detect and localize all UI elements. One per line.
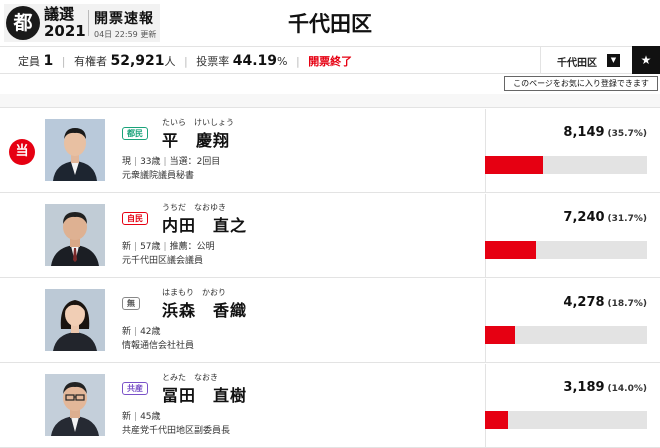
elected-badge: 当 [9,139,35,165]
party-badge: 自民 [122,212,148,225]
district-select[interactable]: 千代田区 ▼ [540,47,630,74]
star-icon: ★ [640,53,652,67]
chevron-down-icon: ▼ [607,54,620,67]
district-stats-bar: 定員 1 | 有権者 52,921人 | 投票率 44.19% | 開票終了 千… [0,46,660,74]
turnout-label: 投票率 [196,55,230,68]
vote-percent: (31.7%) [607,214,647,224]
candidate-age: 57歳 [140,242,161,252]
vote-count: 4,278 (18.7%) [485,295,647,310]
candidate-meta: 新 | 42歳 [122,327,161,337]
candidate-name[interactable]: 平 慶翔 [162,127,230,151]
district-stats: 定員 1 | 有権者 52,921人 | 投票率 44.19% | 開票終了 [18,53,352,69]
candidate-photo [45,204,105,266]
vote-percent: (18.7%) [607,299,647,309]
candidate-extra: 推薦：公明 [169,242,215,252]
turnout-value: 44.19 [232,53,278,69]
column-divider [485,364,486,448]
candidate-meta: 新 | 45歳 [122,412,161,422]
candidate-name[interactable]: 冨田 直樹 [162,382,247,406]
district-select-value: 千代田区 [557,58,597,69]
candidate-career: 情報通信会社社員 [122,341,195,351]
candidate-status: 新 [122,327,132,337]
count-status: 開票終了 [308,55,353,68]
candidate-name[interactable]: 浜森 香織 [162,297,247,321]
candidate-career: 共産党千代田地区副委員長 [122,426,231,436]
vote-share-fill [485,411,508,429]
candidate-photo [45,289,105,351]
vote-count: 3,189 (14.0%) [485,380,647,395]
vote-percent: (35.7%) [607,129,647,139]
voters-value: 52,921 [110,53,165,69]
candidate-row[interactable]: 無 はまもり かおり 浜森 香織 新 | 42歳 情報通信会社社員 4,278 (18… [0,279,660,363]
vote-number: 3,189 [563,380,605,395]
vote-count: 8,149 (35.7%) [485,125,647,140]
candidate-age: 45歳 [140,412,161,422]
stats-separator: | [295,55,300,68]
candidate-row[interactable]: 共産 とみた なおき 冨田 直樹 新 | 45歳 共産党千代田地区副委員長 3,18… [0,364,660,448]
party-badge: 無 [122,297,140,310]
candidate-meta: 新 | 57歳 | 推薦：公明 [122,242,215,252]
party-badge: 都民 [122,127,148,140]
vote-count: 7,240 (31.7%) [485,210,647,225]
turnout-unit: % [277,55,288,68]
column-divider [485,194,486,278]
candidate-status: 新 [122,412,132,422]
party-badge: 共産 [122,382,148,395]
column-divider [485,109,486,193]
candidate-status: 新 [122,242,132,252]
candidate-meta: 現 | 33歳 | 当選：2回目 [122,157,221,167]
candidate-career: 元千代田区議会議員 [122,256,204,266]
vote-share-bar [485,241,647,259]
favorite-tooltip: このページをお気に入り登録できます [504,76,658,91]
vote-share-fill [485,156,543,174]
vote-share-bar [485,326,647,344]
candidate-extra: 当選：2回目 [169,157,221,167]
stats-separator: | [184,55,188,68]
vote-share-bar [485,156,647,174]
candidate-name[interactable]: 内田 直之 [162,212,247,236]
candidate-status: 現 [122,157,132,167]
vote-share-fill [485,241,537,259]
seats-value: 1 [43,53,54,69]
vote-number: 4,278 [563,295,605,310]
candidate-row[interactable]: 当 都民 たいら けいしょう 平 慶翔 現 | 33歳 | 当選：2回目 元衆議院議員秘… [0,109,660,193]
vote-share-bar [485,411,647,429]
voters-unit: 人 [164,55,176,68]
vote-percent: (14.0%) [607,384,647,394]
list-top-spacer [0,94,660,108]
candidate-photo [45,374,105,436]
candidate-row[interactable]: 自民 うちだ なおゆき 内田 直之 新 | 57歳 | 推薦：公明 元千代田区議会議員 … [0,194,660,278]
stats-separator: | [61,55,66,68]
candidate-career: 元衆議院議員秘書 [122,171,195,181]
favorite-button[interactable]: ★ [632,46,660,74]
voters-label: 有権者 [73,55,107,68]
page-title: 千代田区 [288,12,372,36]
candidate-age: 42歳 [140,327,161,337]
vote-number: 7,240 [563,210,605,225]
candidate-age: 33歳 [140,157,161,167]
candidate-photo [45,119,105,181]
page-header: 都 議選 2021 開票速報 04日 22:59 更新 千代田区 [0,0,660,46]
seats-label: 定員 [18,55,40,68]
vote-number: 8,149 [563,125,605,140]
vote-share-fill [485,326,516,344]
column-divider [485,279,486,363]
